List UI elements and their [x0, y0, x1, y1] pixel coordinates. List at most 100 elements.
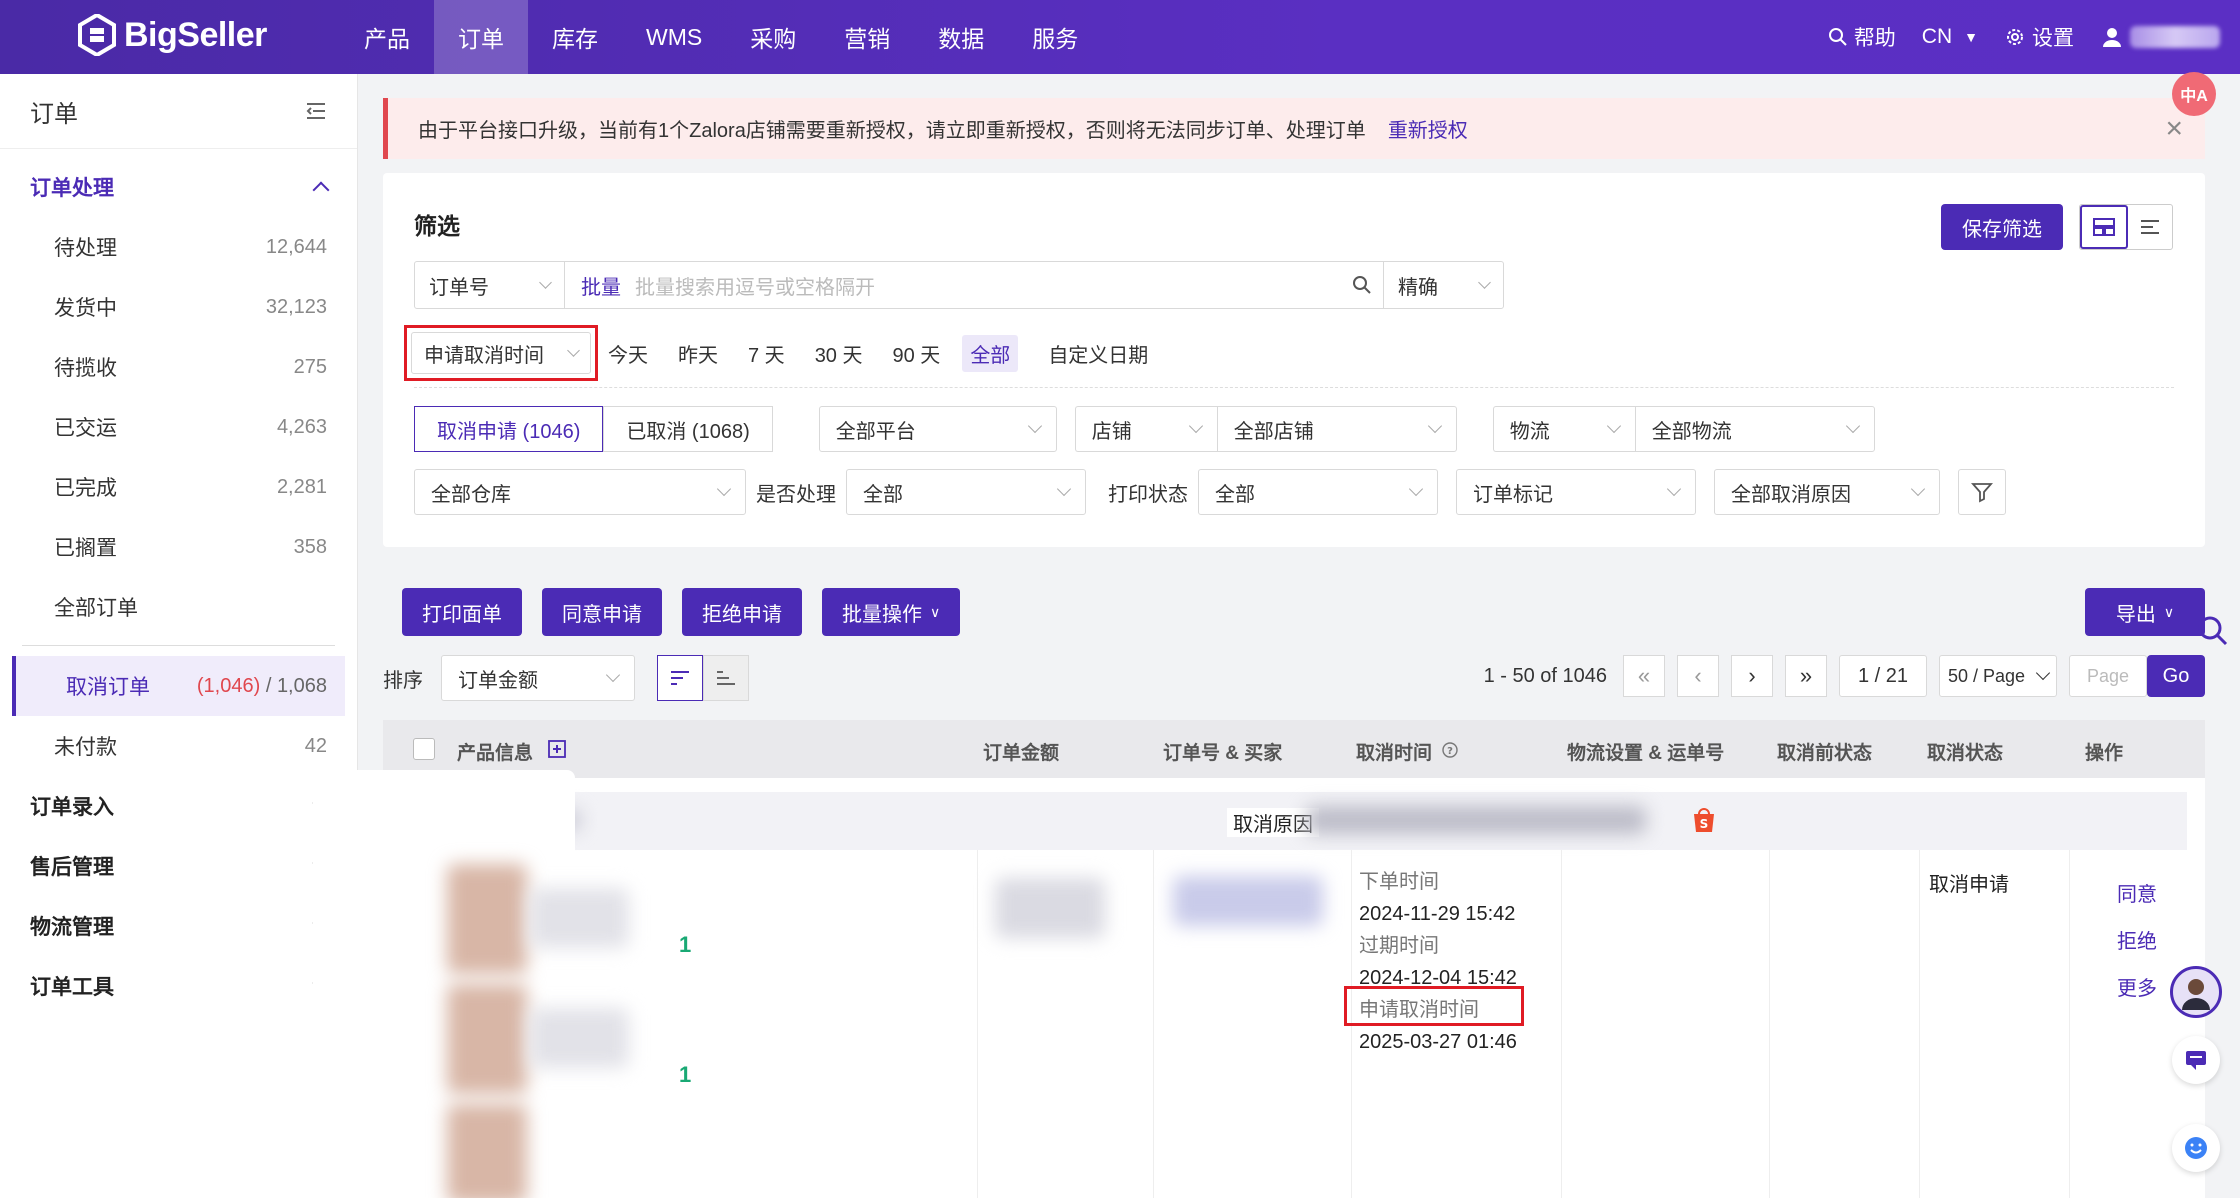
time-option-90d[interactable]: 90 天	[893, 339, 941, 368]
more-link[interactable]: 更多	[2117, 966, 2157, 1013]
go-button[interactable]: Go	[2147, 655, 2205, 697]
agree-request-button[interactable]: 同意申请	[542, 588, 662, 636]
sidebar-item-completed[interactable]: 已完成 2,281	[0, 457, 357, 517]
batch-action-button[interactable]: 批量操作 ∨	[822, 588, 961, 636]
cancel-reason-select[interactable]: 全部取消原因	[1714, 469, 1940, 515]
warehouse-select[interactable]: 全部仓库	[414, 469, 746, 515]
sidebar-group-order-tools[interactable]: 订单工具	[0, 956, 357, 1016]
print-status-select[interactable]: 全部	[1198, 469, 1438, 515]
language-label: CN	[1921, 25, 1953, 48]
shop-type-select[interactable]: 店铺	[1074, 406, 1217, 452]
sidebar-group-order-entry[interactable]: 订单录入	[0, 776, 357, 836]
reject-link[interactable]: 拒绝	[2117, 919, 2157, 966]
sidebar-item-shipping[interactable]: 发货中 32,123	[0, 277, 357, 337]
sidebar-group-label: 订单工具	[30, 976, 114, 999]
page-jump-input[interactable]: Page	[2069, 655, 2147, 697]
sidebar-item-unpaid[interactable]: 未付款 42	[0, 716, 357, 776]
search-type-value: 订单号	[429, 276, 489, 299]
order-list: 取消原因 S 1 1 下单时间 2024-11-29 15:42 过期时间 20…	[313, 770, 2205, 1198]
settings-link[interactable]: 设置	[2004, 22, 2074, 52]
support-avatar[interactable]	[2170, 966, 2222, 1018]
language-select[interactable]: CN ▼	[1922, 25, 1978, 49]
search-button[interactable]	[1341, 262, 1383, 308]
nav-item-inventory[interactable]: 库存	[528, 0, 622, 74]
order-mark-select[interactable]: 订单标记	[1456, 469, 1696, 515]
nav-item-service[interactable]: 服务	[1008, 0, 1102, 74]
shop-select[interactable]: 全部店铺	[1216, 406, 1457, 452]
search-type-select[interactable]: 订单号	[415, 262, 565, 308]
nav-item-marketing[interactable]: 营销	[820, 0, 914, 74]
platform-select[interactable]: 全部平台	[818, 406, 1057, 452]
sidebar-item-count: 4,263	[276, 415, 327, 438]
col-cancel-time: 取消时间	[1356, 743, 1433, 764]
prev-page-icon[interactable]: ‹	[1677, 655, 1719, 697]
sidebar-group-label: 订单处理	[30, 177, 114, 200]
nav-item-data[interactable]: 数据	[914, 0, 1008, 74]
sidebar-item-all-orders[interactable]: 全部订单	[0, 577, 357, 637]
page-size-select[interactable]: 50 / Page	[1939, 655, 2057, 697]
nav-item-purchase[interactable]: 采购	[726, 0, 820, 74]
tab-cancelled[interactable]: 已取消 (1068)	[603, 406, 773, 452]
last-page-icon[interactable]: »	[1785, 655, 1827, 697]
processed-select[interactable]: 全部	[846, 469, 1086, 515]
sidebar-group-after-sales[interactable]: 售后管理	[0, 836, 357, 896]
product-quantity: 1	[679, 932, 692, 957]
translate-icon[interactable]: 中A	[2172, 72, 2216, 116]
sort-desc-button[interactable]	[657, 655, 703, 701]
next-page-icon[interactable]: ›	[1731, 655, 1773, 697]
time-option-today[interactable]: 今天	[608, 339, 648, 368]
sidebar-item-count: 42	[304, 734, 327, 757]
export-button[interactable]: 导出 ∨	[2085, 588, 2205, 636]
print-label-button[interactable]: 打印面单	[402, 588, 522, 636]
nav-item-wms[interactable]: WMS	[622, 0, 726, 74]
logistics-select[interactable]: 全部物流	[1634, 406, 1875, 452]
search-input[interactable]: 批量 批量搜索用逗号或空格隔开	[565, 262, 1341, 308]
match-mode-select[interactable]: 精确	[1383, 262, 1503, 308]
nav-right: 帮助 CN ▼ 设置	[1828, 0, 2240, 74]
save-filter-button[interactable]: 保存筛选	[1941, 204, 2063, 250]
card-view-button[interactable]	[2080, 205, 2128, 249]
list-view-button[interactable]	[2128, 205, 2172, 249]
page-indicator: 1 / 21	[1839, 655, 1927, 697]
sidebar-group-order-processing[interactable]: 订单处理	[0, 157, 357, 217]
expand-plus-icon[interactable]	[548, 740, 566, 758]
advanced-filter-button[interactable]	[1958, 469, 2006, 515]
chat-button[interactable]	[2172, 1036, 2220, 1084]
nav-item-products[interactable]: 产品	[340, 0, 434, 74]
sidebar-item-awaiting-pickup[interactable]: 待揽收 275	[0, 337, 357, 397]
sidebar-item-on-hold[interactable]: 已搁置 358	[0, 517, 357, 577]
first-page-icon[interactable]: «	[1623, 655, 1665, 697]
time-option-7d[interactable]: 7 天	[748, 339, 785, 368]
sidebar-item-cancelled-orders[interactable]: 取消订单 (1,046) / 1,068	[12, 656, 345, 716]
cancel-time-cell: 下单时间 2024-11-29 15:42 过期时间 2024-12-04 15…	[1359, 866, 1517, 1058]
cancel-status-value: 取消申请	[1929, 874, 2009, 896]
time-option-30d[interactable]: 30 天	[815, 339, 863, 368]
help-circle-icon[interactable]: ?	[1442, 742, 1458, 758]
time-field-select[interactable]: 申请取消时间	[411, 332, 591, 374]
tab-cancel-request[interactable]: 取消申请 (1046)	[414, 406, 604, 452]
close-icon[interactable]: ×	[2165, 112, 2183, 146]
time-option-yesterday[interactable]: 昨天	[678, 339, 718, 368]
collapse-menu-icon[interactable]	[305, 101, 327, 121]
sidebar-item-shipped[interactable]: 已交运 4,263	[0, 397, 357, 457]
time-option-all[interactable]: 全部	[962, 334, 1019, 372]
agree-link[interactable]: 同意	[2117, 872, 2157, 919]
sort-field-select[interactable]: 订单金额	[441, 655, 635, 701]
select-all-checkbox[interactable]	[413, 738, 435, 760]
sidebar-group-logistics[interactable]: 物流管理	[0, 896, 357, 956]
reject-request-button[interactable]: 拒绝申请	[682, 588, 802, 636]
bulk-search-link[interactable]: 批量	[581, 271, 621, 300]
time-option-custom[interactable]: 自定义日期	[1048, 339, 1148, 368]
sort-asc-button[interactable]	[703, 655, 749, 701]
nav-item-orders[interactable]: 订单	[434, 0, 528, 74]
brand-logo[interactable]: BigSeller	[78, 14, 267, 56]
logistics-type-select[interactable]: 物流	[1492, 406, 1635, 452]
sidebar-item-label: 已交运	[54, 417, 117, 440]
magnify-icon[interactable]	[2196, 614, 2230, 648]
reauthorize-link[interactable]: 重新授权	[1388, 114, 1468, 143]
help-link[interactable]: 帮助	[1828, 22, 1896, 52]
alert-text: 由于平台接口升级，当前有1个Zalora店铺需要重新授权，请立即重新授权，否则将…	[418, 120, 1366, 142]
assistant-button[interactable]	[2172, 1124, 2220, 1172]
sidebar-item-pending[interactable]: 待处理 12,644	[0, 217, 357, 277]
user-menu[interactable]	[2100, 25, 2220, 49]
